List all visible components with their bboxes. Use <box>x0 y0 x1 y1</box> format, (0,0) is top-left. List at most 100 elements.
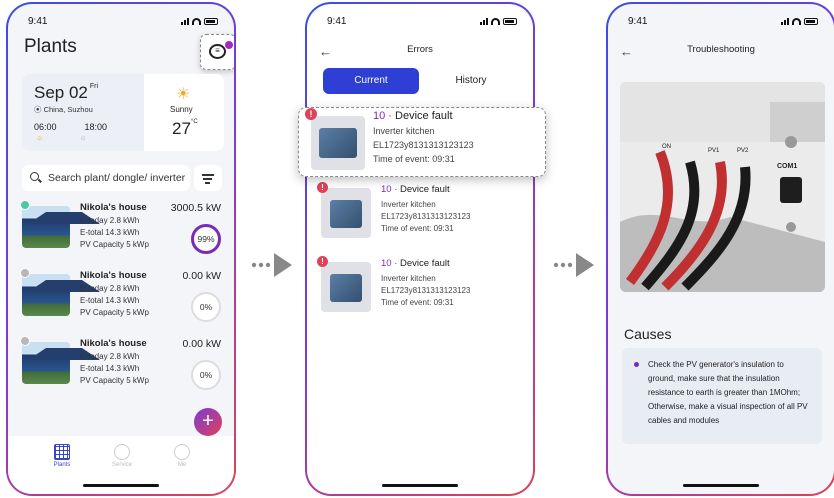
location: ⦿ China, Suzhou <box>34 104 93 115</box>
search-placeholder: Search plant/ dongle/ inverter <box>48 172 186 184</box>
plant-etotal: E-total 14.3 kWh <box>80 228 140 237</box>
plant-etotal: E-total 14.3 kWh <box>80 364 140 373</box>
plant-card[interactable]: Nikola's house E-today 2.8 kWh E-total 1… <box>20 200 225 262</box>
inverter-image <box>311 116 365 170</box>
house-image <box>22 342 100 384</box>
errors-phone: 9:41 Errors ← Current History ! 10 · Dev… <box>305 2 535 496</box>
event-time: Time of event: 09:31 <box>381 224 454 233</box>
inverter-image <box>321 262 371 312</box>
tab-history[interactable]: History <box>423 68 519 94</box>
tab-service[interactable]: Service <box>102 444 142 468</box>
back-arrow-icon[interactable]: ← <box>319 44 332 59</box>
status-icons <box>181 17 218 25</box>
signal-icon <box>480 17 488 25</box>
error-name: Device fault <box>400 258 450 269</box>
percent-ring: 0% <box>191 360 221 390</box>
percent-ring: 99% <box>191 224 221 254</box>
error-code: 10 <box>381 258 392 269</box>
errors-screen: 9:41 Errors ← Current History ! 10 · Dev… <box>307 4 533 494</box>
notification-dot <box>225 41 233 49</box>
photo-label-pv1: PV1 <box>708 148 720 154</box>
battery-icon <box>804 17 818 25</box>
alert-icon: ! <box>317 256 328 267</box>
highlighted-error-card[interactable]: ! 10 · Device fault Inverter kitchen EL1… <box>298 107 546 177</box>
status-bar: 9:41 <box>608 16 834 30</box>
photo-label-com: COM1 <box>777 163 797 170</box>
house-image <box>22 206 100 248</box>
date-panel: Sep 02 Fri ⦿ China, Suzhou 06:00 18:00 ☼ ☼ <box>22 74 144 151</box>
error-item[interactable]: ! 10 · Device fault Inverter kitchen EL1… <box>317 256 531 322</box>
alert-icon: ! <box>305 108 317 120</box>
sunrise-time: 06:00 <box>34 122 57 132</box>
photo-label-pv2: PV2 <box>737 148 749 154</box>
plant-name: Nikola's house <box>80 270 147 281</box>
plant-card[interactable]: Nikola's house E-today 2.8 kWh E-total 1… <box>20 268 225 330</box>
plant-power: 3000.5 kW <box>170 202 221 214</box>
service-icon <box>114 444 130 460</box>
tab-label: Me <box>177 462 187 468</box>
status-bar: 9:41 <box>307 16 533 30</box>
status-icons <box>480 17 517 25</box>
tab-me[interactable]: Me <box>162 444 202 468</box>
error-name: Device fault <box>400 184 450 195</box>
messages-button[interactable]: ≡ <box>200 34 234 70</box>
plant-etotal: E-total 14.3 kWh <box>80 296 140 305</box>
error-item[interactable]: ! 10 · Device fault Inverter kitchen EL1… <box>317 182 531 248</box>
tab-current[interactable]: Current <box>323 68 419 94</box>
chat-icon: ≡ <box>209 44 226 59</box>
temperature: 27°C <box>172 119 198 139</box>
sun-track: ☼ ☼ <box>36 133 87 142</box>
location-text: China, Suzhou <box>43 105 93 114</box>
offline-status-icon <box>20 268 30 278</box>
plant-etoday: E-today 2.8 kWh <box>80 216 140 225</box>
filter-icon <box>202 174 214 176</box>
segment-control: Current History <box>321 68 521 94</box>
tab-label: Service <box>111 462 132 468</box>
percent-ring: 0% <box>191 292 221 322</box>
device-name: Inverter kitchen <box>381 200 436 209</box>
device-serial: EL1723y8131313123123 <box>373 140 474 150</box>
temp-unit: °C <box>190 119 198 125</box>
tab-plants[interactable]: Plants <box>42 444 82 468</box>
troubleshooting-phone: 9:41 Troubleshooting ← ON PV1 PV2 COM1 C… <box>606 2 834 496</box>
plant-card[interactable]: Nikola's house E-today 2.8 kWh E-total 1… <box>20 336 225 398</box>
home-indicator <box>382 484 458 487</box>
sun-icon: ☀ <box>176 86 191 103</box>
status-time: 9:41 <box>628 16 648 27</box>
status-icons <box>781 17 818 25</box>
plant-etoday: E-today 2.8 kWh <box>80 284 140 293</box>
back-arrow-icon[interactable]: ← <box>620 44 633 59</box>
battery-icon <box>204 17 218 25</box>
error-name: Device fault <box>395 110 453 122</box>
device-name: Inverter kitchen <box>373 126 435 136</box>
flow-arrow-icon <box>553 253 594 277</box>
sun-times: 06:00 18:00 <box>34 122 107 132</box>
error-title: 10 · Device fault <box>381 258 450 269</box>
filter-icon-line <box>205 182 210 184</box>
wifi-icon <box>192 17 201 25</box>
search-input[interactable]: Search plant/ dongle/ inverter <box>22 165 190 191</box>
date-value: Sep 02 <box>34 83 88 102</box>
weekday: Fri <box>89 83 99 90</box>
flow-arrow-icon <box>251 253 292 277</box>
user-icon <box>174 444 190 460</box>
sunrise-icon: ☼ <box>36 133 44 142</box>
status-time: 9:41 <box>28 16 48 27</box>
date-text: Sep 02 Fri <box>34 83 98 103</box>
plant-capacity: PV Capacity 5 kWp <box>80 308 149 317</box>
offline-status-icon <box>20 336 30 346</box>
inverter-image <box>321 188 371 238</box>
troubleshooting-screen: 9:41 Troubleshooting ← ON PV1 PV2 COM1 C… <box>608 4 834 494</box>
causes-heading: Causes <box>624 326 672 342</box>
inverter-photo: ON PV1 PV2 COM1 <box>620 82 825 292</box>
page-title: Plants <box>24 36 77 57</box>
add-plant-button[interactable]: + <box>194 408 222 436</box>
plants-phone: 9:41 Plants ≡ Sep 02 Fri ⦿ China, Suzhou … <box>6 2 236 496</box>
error-title: 10 · Device fault <box>373 110 453 122</box>
search-icon <box>30 172 39 181</box>
house-image <box>22 274 100 316</box>
status-time: 9:41 <box>327 16 347 27</box>
wifi-icon <box>792 17 801 25</box>
filter-button[interactable] <box>194 165 222 191</box>
plant-power: 0.00 kW <box>182 338 221 350</box>
